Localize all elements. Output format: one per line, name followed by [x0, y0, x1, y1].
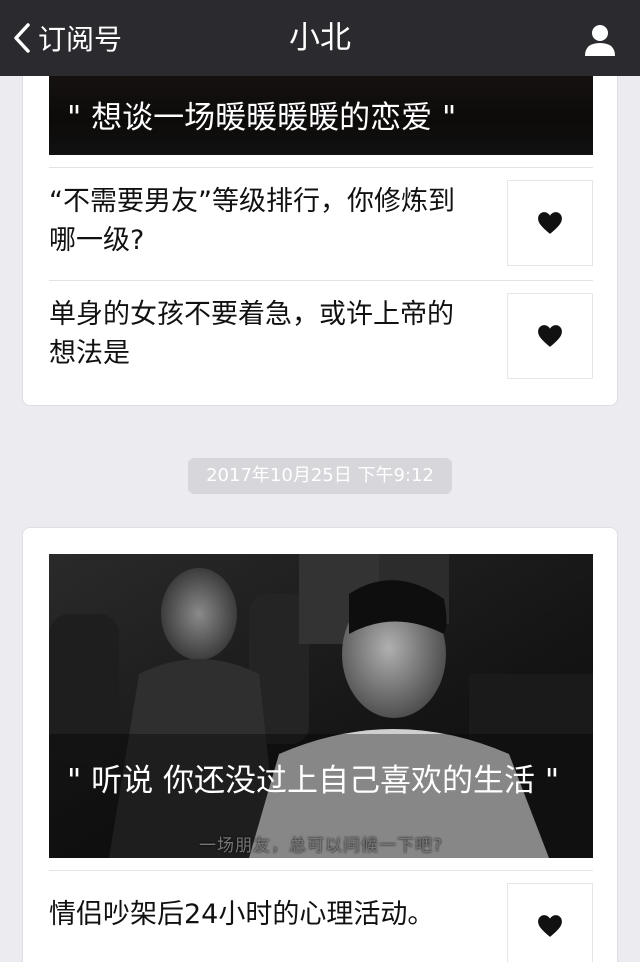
cover-caption: " 想谈一场暖暖暖暖的恋爱 ": [67, 100, 457, 136]
article-thumbnail: [507, 883, 593, 962]
article-card: " 听说 你还没过上自己喜欢的生活 " 一场朋友，总可以问候一下吧? 情侣吵架后…: [22, 527, 618, 962]
article-cover[interactable]: " 听说 你还没过上自己喜欢的生活 " 一场朋友，总可以问候一下吧?: [49, 554, 593, 858]
article-list-item[interactable]: 情侣吵架后24小时的心理活动。: [49, 870, 593, 962]
navigation-bar: 订阅号 小北: [0, 0, 640, 76]
message-timestamp: 2017年10月25日 下午9:12: [188, 458, 452, 494]
cover-subtitle: 一场朋友，总可以问候一下吧?: [198, 836, 444, 856]
article-title: “不需要男友”等级排行，你修炼到哪一级?: [49, 186, 455, 256]
article-title: 情侣吵架后24小时的心理活动。: [49, 899, 435, 930]
page-title: 小北: [289, 20, 351, 56]
article-card: " 想谈一场暖暖暖暖的恋爱 " “不需要男友”等级排行，你修炼到哪一级? 单身的…: [22, 40, 618, 406]
heart-icon: [538, 915, 562, 937]
heart-icon: [538, 212, 562, 234]
article-thumbnail: [507, 180, 593, 266]
article-list-item[interactable]: 单身的女孩不要着急，或许上帝的想法是: [49, 280, 593, 393]
person-icon: [585, 25, 615, 56]
article-thumbnail: [507, 293, 593, 379]
cover-caption: " 听说 你还没过上自己喜欢的生活 ": [67, 763, 560, 799]
cover-photo: [49, 554, 593, 858]
article-list-item[interactable]: “不需要男友”等级排行，你修炼到哪一级?: [49, 167, 593, 280]
article-title: 单身的女孩不要着急，或许上帝的想法是: [49, 299, 454, 369]
profile-button[interactable]: [582, 22, 618, 58]
heart-icon: [538, 325, 562, 347]
